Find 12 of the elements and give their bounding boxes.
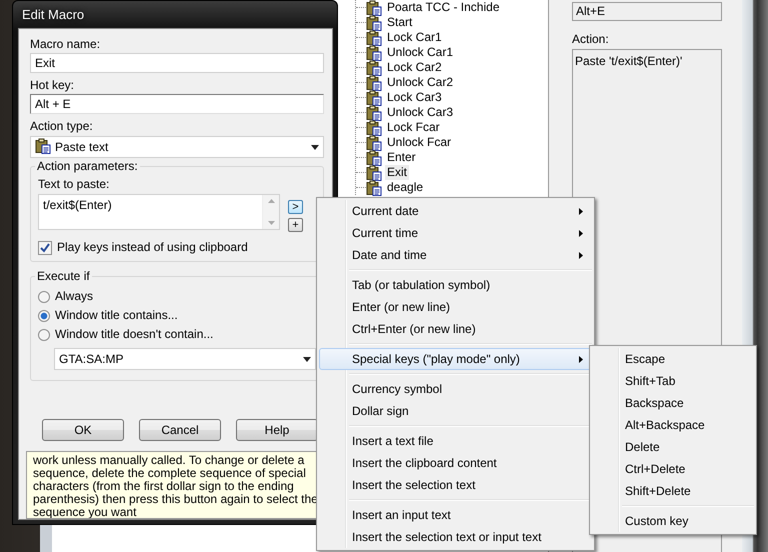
action-label: Action: (572, 31, 610, 47)
hotkey-label: Hot key: (30, 78, 76, 93)
condition-label: Window title contains... (55, 308, 178, 323)
window-title: Edit Macro (22, 7, 84, 22)
macro-name-label: Macro name: (30, 37, 102, 52)
group-label: Action parameters: (35, 159, 140, 174)
text-to-paste-label: Text to paste: (38, 177, 110, 192)
hotkey-display-field: Alt+E (572, 2, 722, 21)
condition-label: Always (55, 289, 94, 304)
play-keys-label: Play keys instead of using clipboard (57, 240, 248, 255)
condition-label: Window title doesn't contain... (55, 327, 214, 342)
action-type-label: Action type: (30, 119, 94, 134)
